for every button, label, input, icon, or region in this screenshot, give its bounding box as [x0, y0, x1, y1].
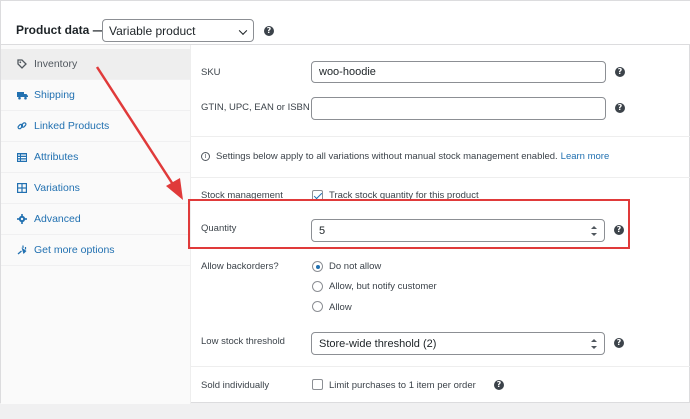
help-icon[interactable]: ? — [615, 103, 625, 113]
sold-individually-checkbox[interactable] — [312, 379, 323, 390]
tab-inventory[interactable]: Inventory — [1, 49, 190, 80]
low-stock-value: Store-wide threshold (2) — [319, 337, 437, 350]
help-icon[interactable]: ? — [615, 67, 625, 77]
panel-title-text: Product data — [16, 23, 90, 37]
tab-shipping[interactable]: Shipping — [1, 80, 190, 111]
divider — [191, 366, 690, 367]
learn-more-link[interactable]: Learn more — [561, 151, 610, 162]
tab-shipping-label: Shipping — [34, 89, 75, 101]
tab-get-more-options-label: Get more options — [34, 244, 115, 256]
tag-icon — [16, 59, 28, 69]
tab-inventory-label: Inventory — [34, 58, 78, 70]
help-icon[interactable]: ? — [264, 26, 274, 36]
divider — [191, 136, 690, 137]
sold-individually-label: Sold individually — [201, 380, 270, 391]
help-icon[interactable]: ? — [494, 380, 504, 390]
info-icon: i — [201, 152, 210, 161]
gtin-label: GTIN, UPC, EAN or ISBN — [201, 102, 310, 113]
gear-icon — [16, 214, 28, 224]
tab-get-more-options[interactable]: Get more options — [1, 235, 190, 266]
sku-value: woo-hoodie — [319, 66, 376, 78]
sku-input[interactable]: woo-hoodie — [311, 61, 606, 83]
tab-attributes-label: Attributes — [34, 151, 79, 163]
backorder-option-label[interactable]: Allow, but notify customer — [329, 281, 437, 292]
divider — [191, 177, 690, 178]
notice-text: Settings below apply to all variations w… — [216, 151, 558, 162]
backorder-option-label[interactable]: Do not allow — [329, 261, 381, 272]
list-icon — [16, 152, 28, 162]
tab-variations-label: Variations — [34, 182, 80, 194]
tab-linked-products[interactable]: Linked Products — [1, 111, 190, 142]
backorder-radio-do-not-allow[interactable] — [312, 261, 323, 272]
tab-attributes[interactable]: Attributes — [1, 142, 190, 173]
stock-notice: i Settings below apply to all variations… — [201, 151, 609, 162]
low-stock-label: Low stock threshold — [201, 336, 285, 347]
help-icon[interactable]: ? — [614, 338, 624, 348]
stepper-arrows-icon[interactable] — [590, 338, 597, 350]
low-stock-input[interactable]: Store-wide threshold (2) — [311, 332, 605, 355]
truck-icon — [16, 91, 28, 100]
chevron-down-icon — [238, 25, 248, 35]
sku-label: SKU — [201, 67, 221, 78]
plug-icon — [16, 245, 28, 255]
backorder-option-label[interactable]: Allow — [329, 302, 352, 313]
product-type-value: Variable product — [109, 23, 196, 38]
product-type-select[interactable]: Variable product — [102, 19, 254, 42]
grid-icon — [16, 183, 28, 193]
sold-individually-checkbox-label[interactable]: Limit purchases to 1 item per order — [329, 380, 476, 391]
panel-title: Product data — — [16, 23, 105, 37]
backorder-radio-notify[interactable] — [312, 281, 323, 292]
tab-advanced-label: Advanced — [34, 213, 81, 225]
quantity-highlight-box — [188, 199, 630, 249]
tab-variations[interactable]: Variations — [1, 173, 190, 204]
gtin-input[interactable] — [311, 97, 606, 120]
backorders-label: Allow backorders? — [201, 261, 279, 272]
tab-linked-products-label: Linked Products — [34, 120, 110, 132]
product-data-tabs: Inventory Shipping Linked Products Attri… — [1, 45, 191, 404]
backorder-radio-allow[interactable] — [312, 301, 323, 312]
tab-advanced[interactable]: Advanced — [1, 204, 190, 235]
product-data-header: Product data — Variable product ? — [1, 1, 690, 45]
link-icon — [16, 121, 28, 131]
